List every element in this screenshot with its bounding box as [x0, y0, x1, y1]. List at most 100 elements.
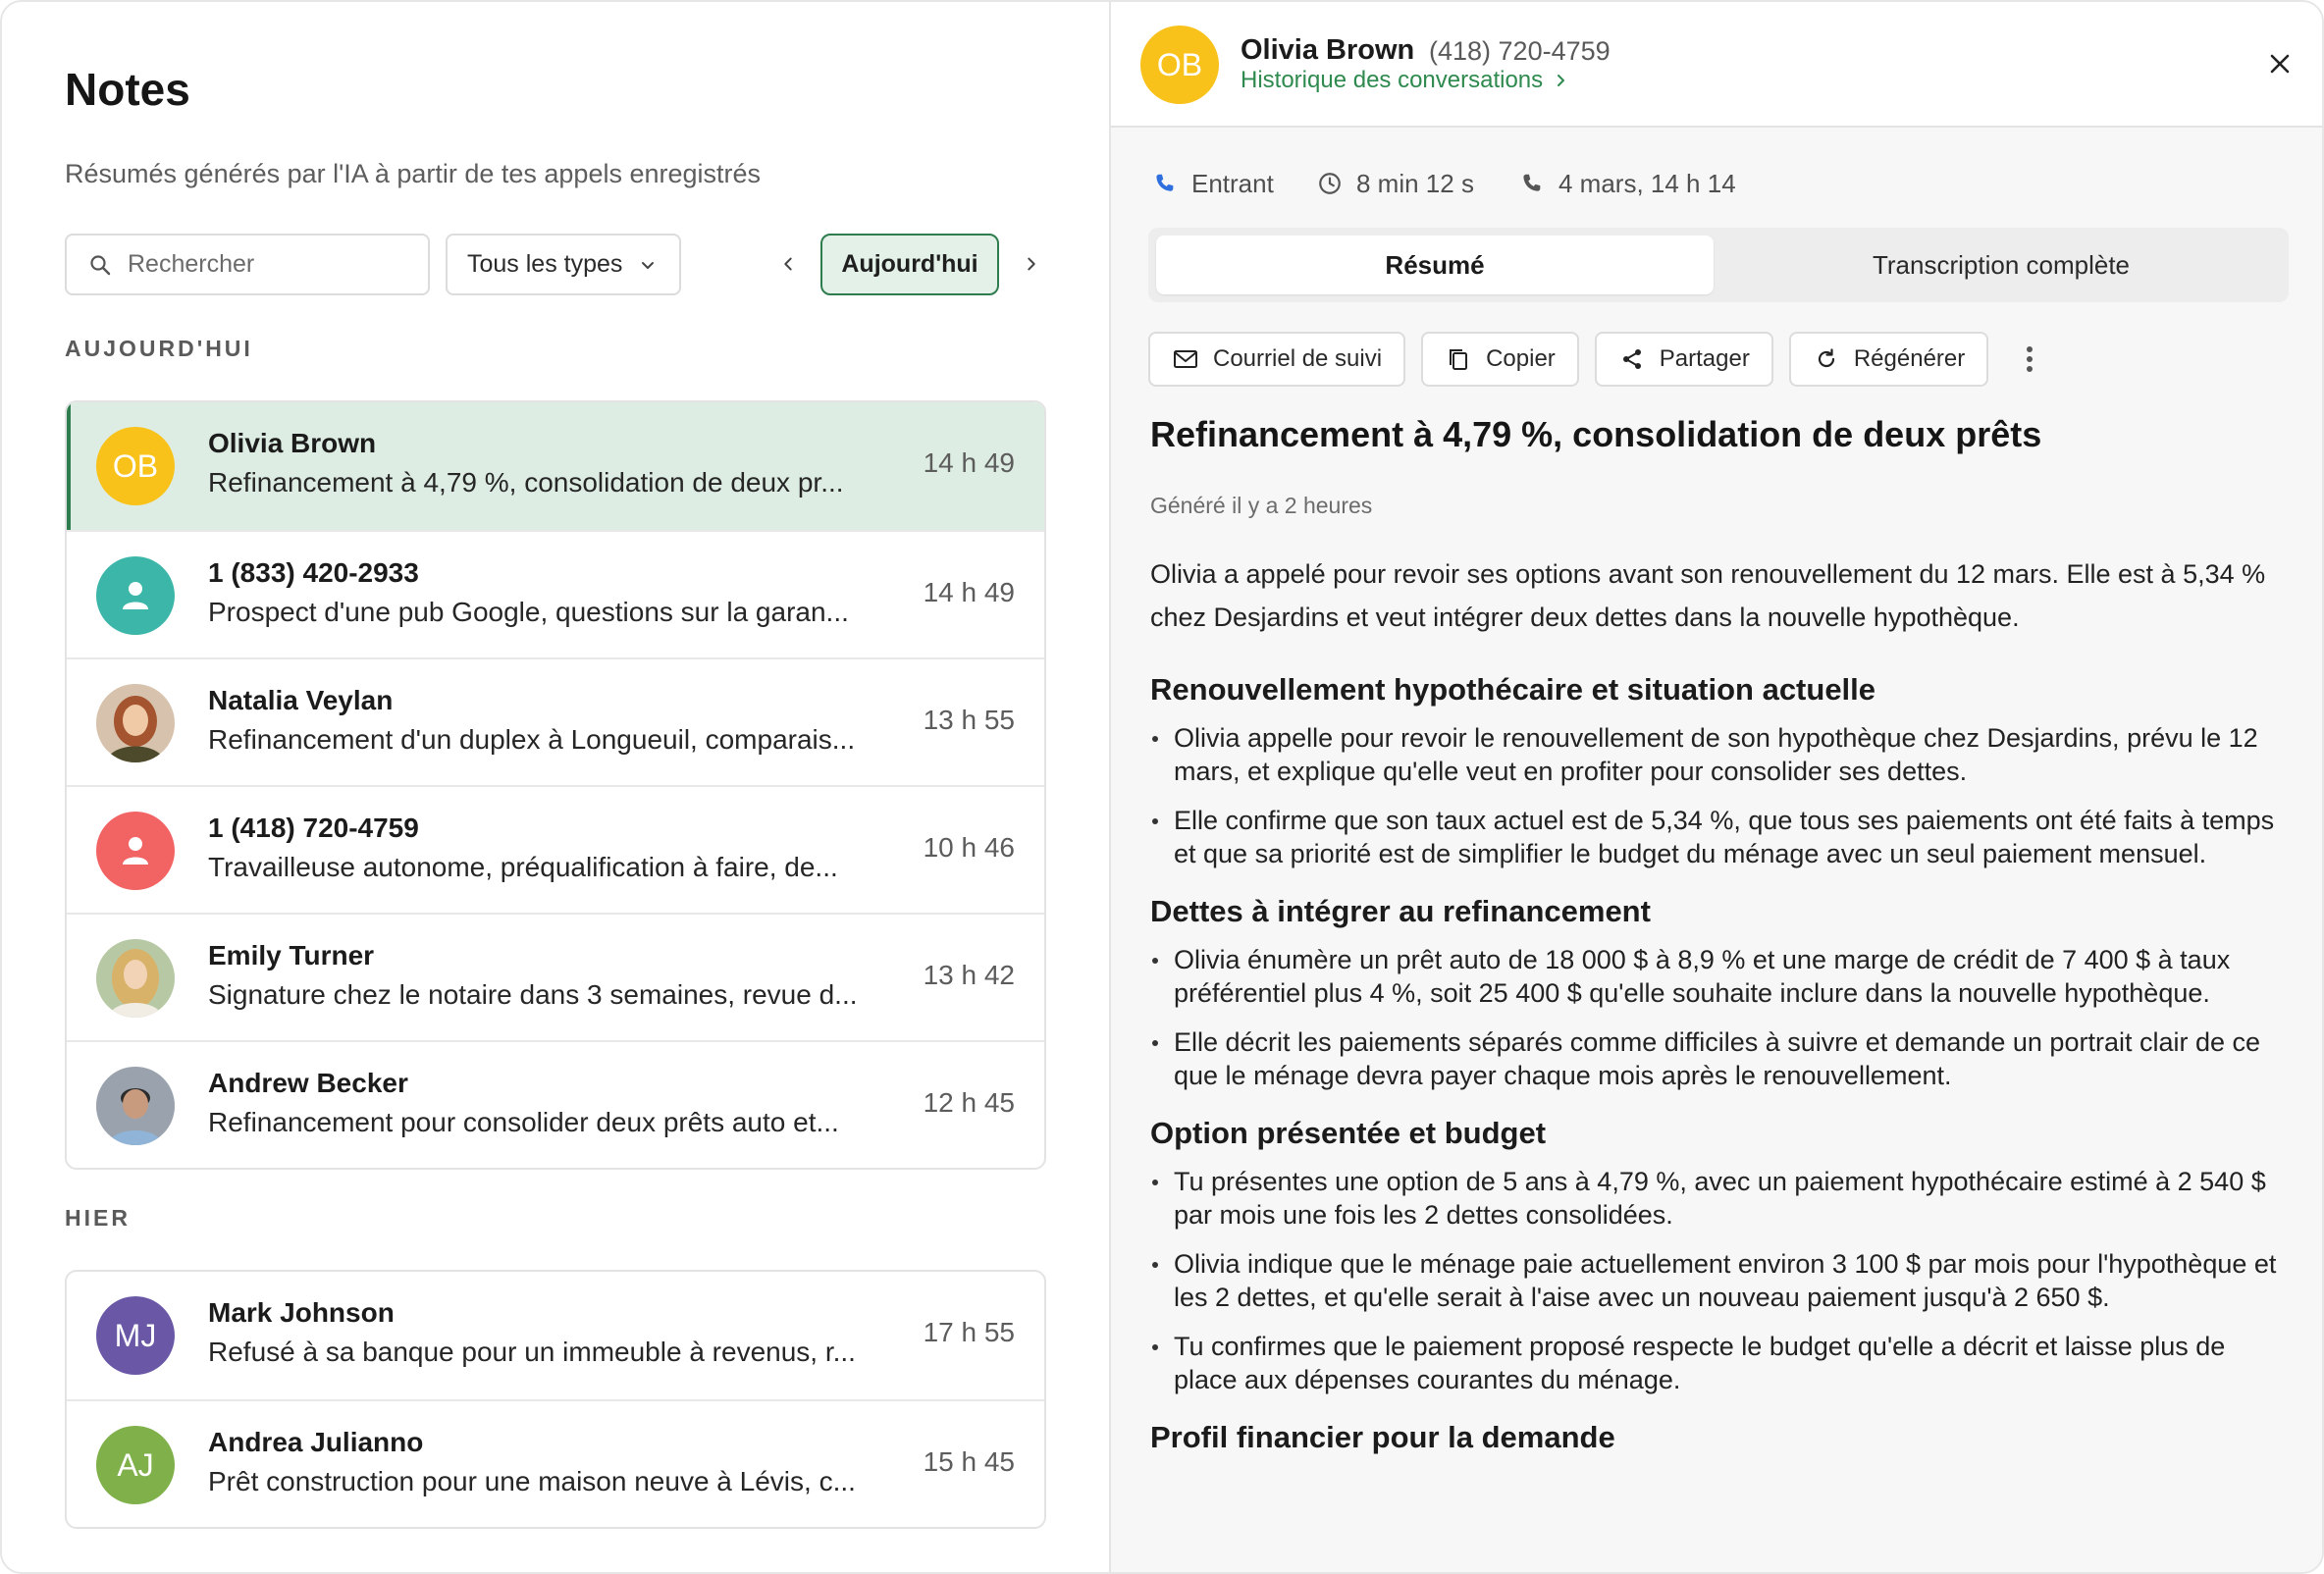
- copy-button[interactable]: Copier: [1421, 332, 1579, 387]
- contact-name: Andrew Becker: [208, 1068, 408, 1098]
- contact-name: 1 (833) 420-2933: [208, 557, 419, 588]
- photo-avatar-icon: [96, 939, 175, 1018]
- list-item[interactable]: AJ Andrea Julianno Prêt construction pou…: [67, 1399, 1044, 1527]
- chevron-right-icon: [1028, 257, 1035, 271]
- photo-avatar-icon: [96, 1067, 175, 1145]
- search-icon: [90, 254, 111, 275]
- chevron-down-icon: [642, 261, 655, 269]
- bullet-item: Olivia indique que le ménage paie actuel…: [1150, 1247, 2289, 1314]
- action-toolbar: Courriel de suivi Copier Partager Régéné…: [1148, 332, 2039, 387]
- call-time: 12 h 45: [923, 1087, 1015, 1118]
- call-time: 14 h 49: [923, 447, 1015, 478]
- call-duration-label: 8 min 12 s: [1356, 168, 1474, 198]
- list-item[interactable]: Andrew Becker Refinancement pour consoli…: [67, 1040, 1044, 1168]
- tab-summary[interactable]: Résumé: [1156, 236, 1714, 294]
- avatar: [96, 684, 175, 762]
- note-preview: Travailleuse autonome, préqualification …: [208, 852, 838, 882]
- next-day-button[interactable]: [1017, 249, 1046, 279]
- avatar: OB: [96, 427, 175, 505]
- regenerate-button[interactable]: Régénérer: [1788, 332, 1989, 387]
- call-time: 13 h 42: [923, 960, 1015, 990]
- detail-tabs: Résumé Transcription complète: [1148, 228, 2289, 302]
- chevron-left-icon: [784, 257, 792, 271]
- generated-timestamp: Généré il y a 2 heures: [1150, 493, 1373, 518]
- bullet-list: Olivia énumère un prêt auto de 18 000 $ …: [1150, 943, 2289, 1092]
- call-datetime-label: 4 mars, 14 h 14: [1558, 168, 1736, 198]
- section-heading: Option présentée et budget: [1150, 1116, 1547, 1150]
- notes-panel: Notes Résumés générés par l'IA à partir …: [2, 2, 1109, 1572]
- note-preview: Refinancement pour consolider deux prêts…: [208, 1107, 839, 1137]
- bullet-list: Tu présentes une option de 5 ans à 4,79 …: [1150, 1165, 2289, 1396]
- share-label: Partager: [1659, 345, 1750, 372]
- note-preview: Prêt construction pour une maison neuve …: [208, 1466, 856, 1496]
- share-icon: [1622, 349, 1641, 369]
- section-heading: Profil financier pour la demande: [1150, 1420, 1615, 1454]
- bullet-item: Elle confirme que son taux actuel est de…: [1150, 804, 2289, 870]
- close-button[interactable]: [2265, 49, 2295, 79]
- note-preview: Prospect d'une pub Google, questions sur…: [208, 597, 849, 627]
- contact-name: Olivia Brown: [208, 428, 377, 458]
- note-preview: Refinancement à 4,79 %, consolidation de…: [208, 467, 844, 498]
- list-item[interactable]: OB Olivia Brown Refinancement à 4,79 %, …: [67, 402, 1044, 530]
- app-window: Notes Résumés générés par l'IA à partir …: [0, 0, 2324, 1574]
- type-filter-value: Tous les types: [467, 250, 623, 278]
- history-link-label: Historique des conversations: [1241, 67, 1544, 93]
- person-icon: [123, 582, 148, 609]
- summary-content: Refinancement à 4,79 %, consolidation de…: [1150, 414, 2289, 1455]
- regenerate-label: Régénérer: [1853, 345, 1966, 372]
- today-button[interactable]: Aujourd'hui: [820, 234, 999, 295]
- contact-name: Natalia Veylan: [208, 685, 394, 715]
- list-item[interactable]: 1 (418) 720-4759 Travailleuse autonome, …: [67, 785, 1044, 913]
- search-input[interactable]: Rechercher: [65, 234, 430, 295]
- notes-list-today: OB Olivia Brown Refinancement à 4,79 %, …: [65, 400, 1046, 1170]
- section-label-yesterday: HIER: [65, 1205, 131, 1231]
- copy-label: Copier: [1486, 345, 1556, 372]
- list-item[interactable]: Natalia Veylan Refinancement d'un duplex…: [67, 657, 1044, 785]
- list-item[interactable]: Emily Turner Signature chez le notaire d…: [67, 913, 1044, 1040]
- notes-list-yesterday: MJ Mark Johnson Refusé à sa banque pour …: [65, 1270, 1046, 1529]
- chevron-right-icon: [1558, 75, 1565, 86]
- contact-name: Mark Johnson: [208, 1297, 395, 1328]
- list-item[interactable]: 1 (833) 420-2933 Prospect d'une pub Goog…: [67, 530, 1044, 657]
- list-item[interactable]: MJ Mark Johnson Refusé à sa banque pour …: [67, 1272, 1044, 1399]
- bullet-list: Olivia appelle pour revoir le renouvelle…: [1150, 721, 2289, 870]
- contact-name: Olivia Brown: [1241, 34, 1415, 66]
- contact-name: 1 (418) 720-4759: [208, 813, 419, 843]
- photo-avatar-icon: [96, 684, 175, 762]
- summary-title: Refinancement à 4,79 %, consolidation de…: [1150, 414, 2042, 454]
- contact-name: Andrea Julianno: [208, 1427, 424, 1457]
- person-icon: [123, 837, 148, 865]
- search-placeholder: Rechercher: [128, 250, 255, 278]
- copy-icon: [1450, 349, 1468, 370]
- previous-day-button[interactable]: [773, 249, 803, 279]
- share-button[interactable]: Partager: [1594, 332, 1773, 387]
- call-time: 13 h 55: [923, 705, 1015, 735]
- clock-icon: [1319, 173, 1341, 194]
- bullet-item: Elle décrit les paiements séparés comme …: [1150, 1025, 2289, 1092]
- phone-icon: [1523, 174, 1541, 191]
- call-direction-label: Entrant: [1191, 168, 1274, 198]
- section-label-today: AUJOURD'HUI: [65, 336, 253, 361]
- more-vertical-icon: [2027, 346, 2034, 372]
- page-title: Notes: [65, 64, 190, 115]
- avatar: [96, 939, 175, 1018]
- follow-up-email-button[interactable]: Courriel de suivi: [1148, 332, 1406, 387]
- type-filter-select[interactable]: Tous les types: [446, 234, 681, 295]
- avatar: [96, 556, 175, 635]
- call-time: 17 h 55: [923, 1317, 1015, 1347]
- follow-up-email-label: Courriel de suivi: [1213, 345, 1383, 372]
- more-options-button[interactable]: [2020, 340, 2039, 379]
- bullet-item: Tu confirmes que le paiement proposé res…: [1150, 1330, 2289, 1396]
- section-heading: Renouvellement hypothécaire et situation…: [1150, 672, 1876, 707]
- call-datetime: 4 mars, 14 h 14: [1519, 167, 1736, 200]
- tab-transcript[interactable]: Transcription complète: [1721, 236, 2281, 294]
- page-subtitle: Résumés générés par l'IA à partir de tes…: [65, 159, 762, 188]
- close-icon: [2270, 54, 2290, 74]
- incoming-call-icon: [1156, 174, 1174, 191]
- contact-name: Emily Turner: [208, 940, 375, 971]
- bullet-item: Olivia énumère un prêt auto de 18 000 $ …: [1150, 943, 2289, 1010]
- summary-intro: Olivia a appelé pour revoir ses options …: [1150, 559, 2266, 632]
- note-preview: Refusé à sa banque pour un immeuble à re…: [208, 1337, 856, 1367]
- call-direction: Entrant: [1152, 167, 1274, 200]
- conversation-history-link[interactable]: Historique des conversations: [1241, 67, 1568, 94]
